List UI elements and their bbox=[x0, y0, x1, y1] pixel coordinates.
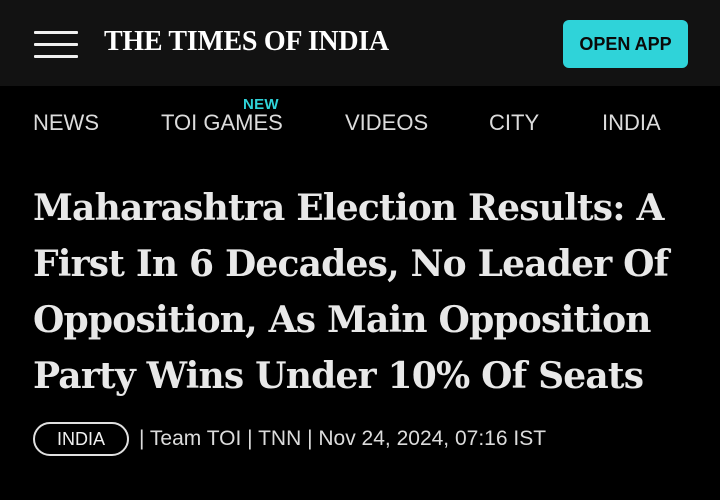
article-meta: INDIA | Team TOI | TNN | Nov 24, 2024, 0… bbox=[33, 420, 546, 458]
nav-item-videos[interactable]: VIDEOS bbox=[345, 110, 428, 136]
hamburger-menu-icon[interactable] bbox=[34, 31, 78, 59]
section-nav: NEWS TOI GAMES NEW VIDEOS CITY INDIA bbox=[0, 86, 720, 150]
menu-line bbox=[34, 55, 78, 58]
article-byline: | Team TOI | TNN | Nov 24, 2024, 07:16 I… bbox=[139, 427, 547, 450]
article-headline: Maharashtra Election Results: A First In… bbox=[33, 187, 669, 397]
nav-item-label: TOI GAMES bbox=[161, 110, 283, 135]
nav-item-india[interactable]: INDIA bbox=[602, 110, 661, 136]
menu-line bbox=[34, 31, 78, 34]
menu-line bbox=[34, 43, 78, 46]
top-header-bar: THE TIMES OF INDIA OPEN APP bbox=[0, 0, 720, 86]
nav-item-news[interactable]: NEWS bbox=[33, 110, 99, 136]
nav-item-city[interactable]: CITY bbox=[489, 110, 539, 136]
new-badge: NEW bbox=[243, 96, 279, 113]
category-tag[interactable]: INDIA bbox=[33, 422, 130, 456]
site-logo[interactable]: THE TIMES OF INDIA bbox=[104, 26, 389, 58]
open-app-button[interactable]: OPEN APP bbox=[563, 20, 688, 68]
nav-item-toi-games[interactable]: TOI GAMES NEW bbox=[161, 96, 283, 136]
